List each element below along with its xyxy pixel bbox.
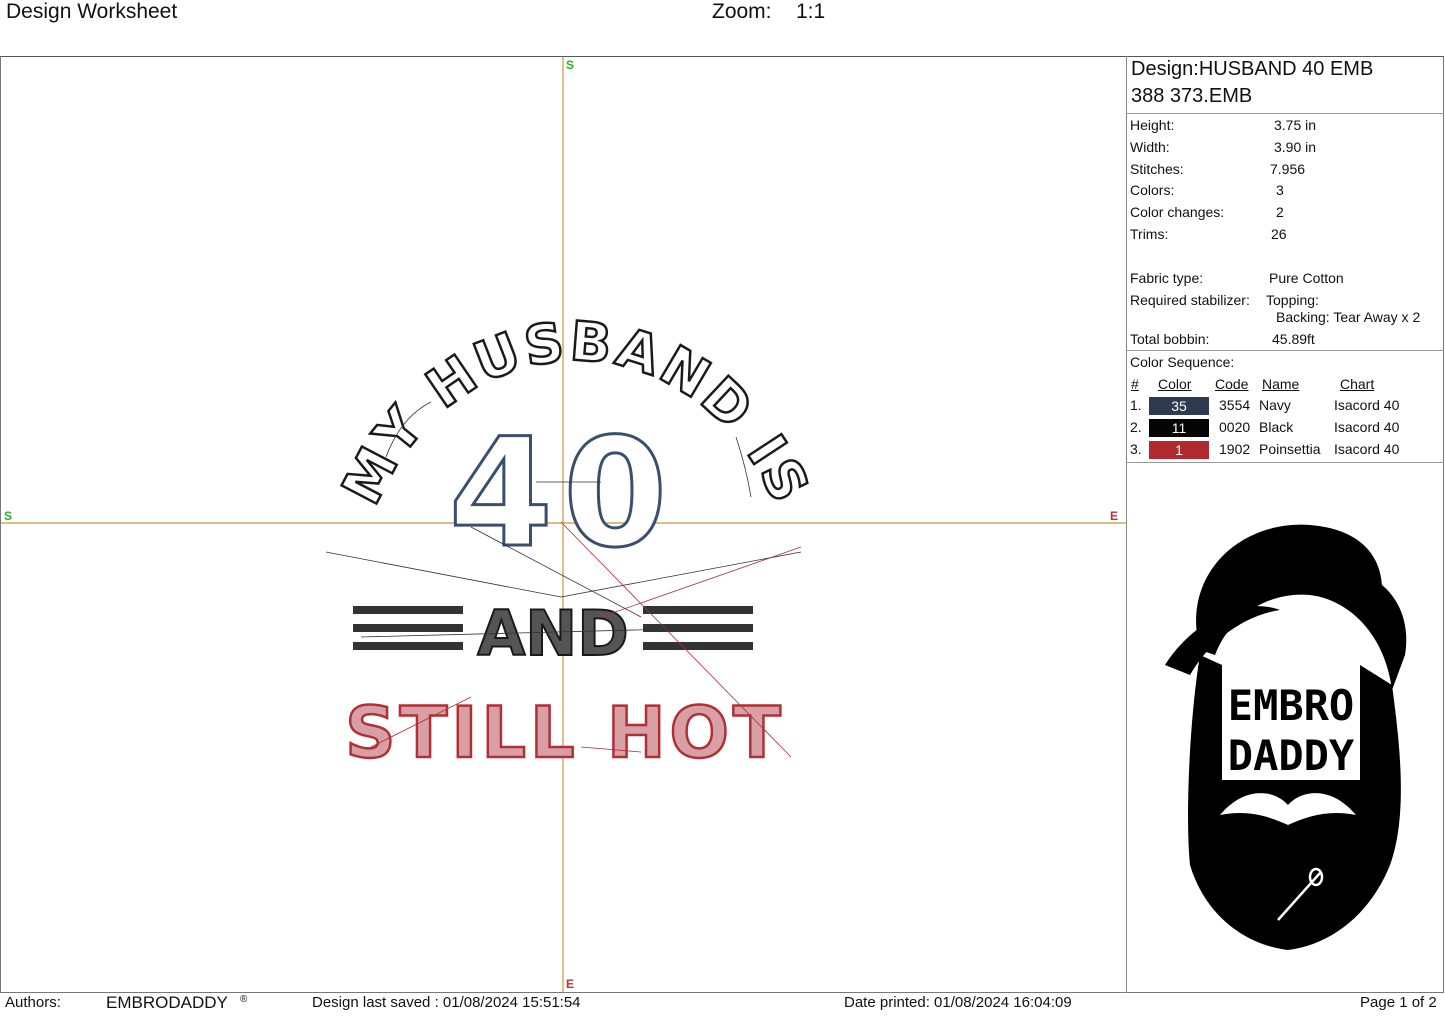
bottom-text: STILL HOT xyxy=(345,692,785,774)
color-row-num: 1. xyxy=(1130,397,1142,413)
last-saved: Design last saved : 01/08/2024 15:51:54 xyxy=(312,994,581,1011)
stat-color-changes-label: Color changes: xyxy=(1130,204,1225,220)
panel-divider xyxy=(1126,56,1127,993)
authors-label: Authors: xyxy=(5,994,61,1011)
color-name: Navy xyxy=(1259,397,1291,413)
stat-color-changes-value: 2 xyxy=(1276,204,1284,220)
color-row-num: 3. xyxy=(1130,441,1142,457)
axis-bottom-end: E xyxy=(566,977,575,991)
stat-width-label: Width: xyxy=(1130,139,1170,155)
zoom-label: Zoom: xyxy=(712,0,772,23)
embrodaddy-logo: EMBRO DADDY xyxy=(1165,524,1407,950)
hair-flick xyxy=(1165,606,1280,675)
color-name: Poinsettia xyxy=(1259,441,1321,457)
stat-width-value: 3.90 in xyxy=(1274,139,1317,155)
logo-line-1: EMBRO xyxy=(1228,681,1354,730)
col-color: Color xyxy=(1158,376,1192,392)
stat-trims-label: Trims: xyxy=(1130,226,1169,242)
stabilizer-label: Required stabilizer: xyxy=(1130,292,1250,308)
registered-mark: ® xyxy=(240,994,248,1005)
color-code: 1902 xyxy=(1219,441,1251,457)
stat-colors-value: 3 xyxy=(1276,182,1284,198)
stat-trims-value: 26 xyxy=(1271,226,1287,242)
stat-height-label: Height: xyxy=(1130,117,1175,133)
axis-left-start: S xyxy=(4,509,13,523)
stat-stitches-value: 7.956 xyxy=(1270,161,1306,177)
col-code: Code xyxy=(1215,376,1249,392)
design-canvas: MY HUSBAND IS 40 AND STILL HOT xyxy=(1,57,1126,992)
stat-stitches-label: Stitches: xyxy=(1130,161,1184,177)
stat-height-value: 3.75 in xyxy=(1274,117,1317,133)
col-num: # xyxy=(1131,376,1139,392)
panel-separator-3 xyxy=(1126,462,1444,463)
color-sequence-title: Color Sequence: xyxy=(1130,354,1235,370)
color-chart: Isacord 40 xyxy=(1334,441,1400,457)
color-row-num: 2. xyxy=(1130,419,1142,435)
axis-top-start: S xyxy=(566,58,575,72)
number-text: 40 xyxy=(449,407,678,581)
color-swatch: 11 xyxy=(1149,419,1209,437)
page-number: Page 1 of 2 xyxy=(1360,994,1437,1011)
col-name: Name xyxy=(1262,376,1300,392)
date-printed: Date printed: 01/08/2024 16:04:09 xyxy=(844,994,1072,1011)
panel-separator-2 xyxy=(1126,350,1444,351)
color-code: 0020 xyxy=(1219,419,1251,435)
backing-value: Backing: Tear Away x 2 xyxy=(1276,309,1421,325)
color-code: 3554 xyxy=(1219,397,1251,413)
bobbin-label: Total bobbin: xyxy=(1130,331,1210,347)
stat-colors-label: Colors: xyxy=(1130,182,1175,198)
color-name: Black xyxy=(1259,419,1294,435)
color-chart: Isacord 40 xyxy=(1334,419,1400,435)
color-swatch: 35 xyxy=(1149,397,1209,415)
fabric-label: Fabric type: xyxy=(1130,270,1204,286)
left-bars xyxy=(353,606,463,650)
axis-right-end: E xyxy=(1110,509,1119,523)
col-chart: Chart xyxy=(1340,376,1375,392)
color-chart: Isacord 40 xyxy=(1334,397,1400,413)
topping-value: Topping: xyxy=(1266,292,1319,308)
design-name: Design:HUSBAND 40 EMB xyxy=(1131,58,1374,80)
design-file: 388 373.EMB xyxy=(1131,85,1253,107)
fabric-value: Pure Cotton xyxy=(1269,270,1344,286)
color-swatch: 1 xyxy=(1149,441,1209,459)
bobbin-value: 45.89ft xyxy=(1272,331,1315,347)
logo-line-2: DADDY xyxy=(1228,731,1355,780)
authors-value: EMBRODADDY xyxy=(106,993,228,1012)
zoom-value: 1:1 xyxy=(796,0,826,23)
worksheet-title: Design Worksheet xyxy=(6,0,178,23)
panel-separator-1 xyxy=(1126,113,1444,114)
